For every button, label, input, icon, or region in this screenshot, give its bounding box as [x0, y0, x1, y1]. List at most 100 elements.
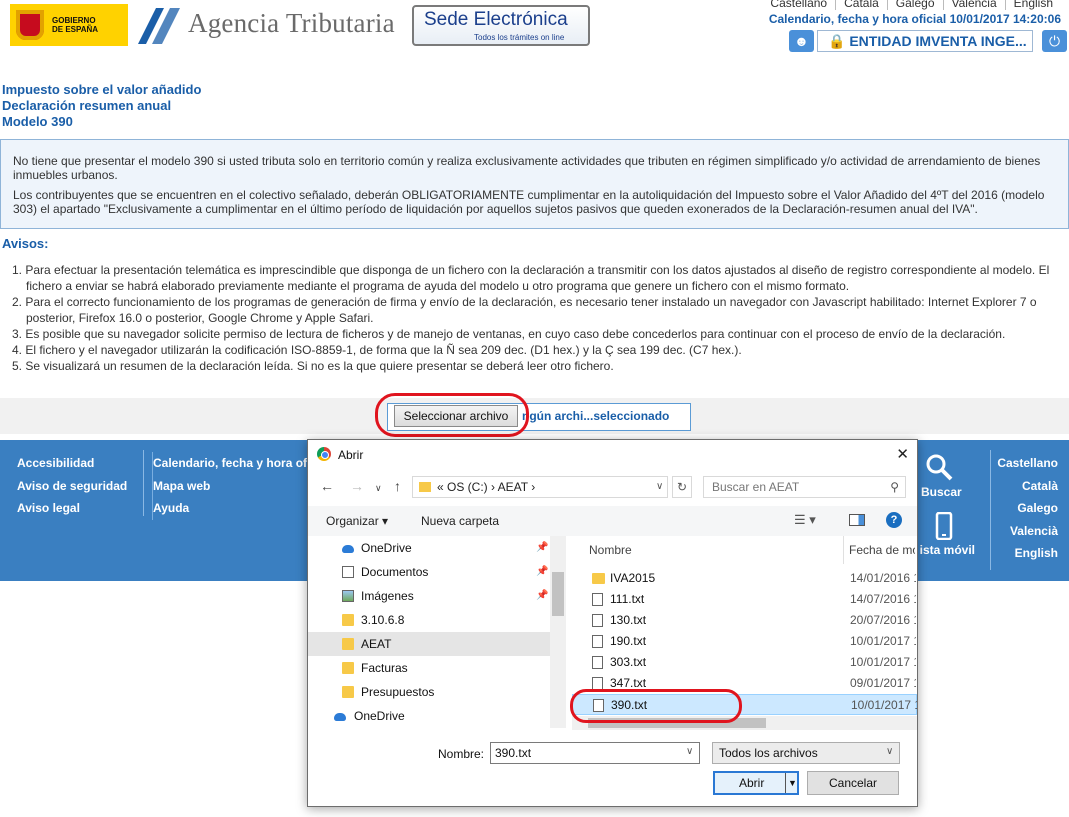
footer-link-mapa-web[interactable]: Mapa web	[153, 475, 317, 498]
footer-lang-english[interactable]: English	[997, 542, 1058, 565]
address-path: « OS (C:) › AEAT ›	[437, 480, 536, 494]
footer-lang-castellano[interactable]: Castellano	[997, 452, 1058, 475]
nav-item-facturas[interactable]: Facturas	[308, 656, 550, 680]
footer-search[interactable]: Buscar	[921, 452, 962, 499]
nav-item-label: 3.10.6.8	[361, 613, 405, 627]
cancel-button[interactable]: Cancelar	[807, 771, 899, 795]
nav-item-aeat[interactable]: AEAT	[308, 632, 550, 656]
back-arrow-icon[interactable]: ←	[320, 478, 334, 494]
entity-button[interactable]: 🔒 ENTIDAD IMVENTA INGE...	[817, 30, 1033, 52]
footer-link-aviso-legal[interactable]: Aviso legal	[17, 497, 127, 520]
chevron-down-icon[interactable]: ∨	[656, 481, 663, 492]
filetype-select[interactable]: Todos los archivos	[712, 742, 900, 764]
file-item-190[interactable]: 190.txt 10/01/2017 1	[572, 631, 917, 652]
nav-item-3-10-6-8[interactable]: 3.10.6.8	[308, 608, 550, 632]
footer-languages: Castellano Català Galego Valencià Englis…	[997, 452, 1058, 565]
lang-valencia[interactable]: Valencia	[942, 0, 1005, 10]
column-header-date[interactable]: Fecha de mo	[849, 543, 915, 557]
file-date: 10/01/2017 1	[850, 655, 916, 669]
forward-arrow-icon[interactable]: →	[350, 478, 364, 494]
entity-label: ENTIDAD IMVENTA INGE...	[849, 33, 1027, 49]
nav-item-label: AEAT	[361, 637, 392, 651]
footer-divider	[143, 450, 144, 516]
folder-icon	[342, 686, 354, 698]
filename-input[interactable]: 390.txt	[490, 742, 700, 764]
file-item-111[interactable]: 111.txt 14/07/2016 1	[572, 589, 917, 610]
footer-mobile[interactable]: ista móvil	[915, 511, 975, 557]
lang-galego[interactable]: Galego	[886, 0, 943, 10]
title-line-1: Impuesto sobre el valor añadido	[2, 82, 202, 97]
organize-menu[interactable]: Organizar ▾	[326, 514, 388, 528]
chevron-down-icon[interactable]: ∨	[686, 746, 693, 757]
column-divider	[843, 536, 844, 564]
mobile-label: ista móvil	[919, 543, 975, 557]
official-datetime[interactable]: Calendario, fecha y hora oficial 10/01/2…	[769, 12, 1061, 26]
nav-item-onedrive[interactable]: OneDrive 📌	[308, 536, 550, 560]
search-input[interactable]: Buscar en AEAT ⚲	[703, 476, 906, 498]
address-bar[interactable]: « OS (C:) › AEAT ›	[412, 476, 668, 498]
aeat-logo-icon	[138, 8, 180, 44]
logout-icon[interactable]: ⏻	[1042, 30, 1067, 52]
footer-lang-valencia[interactable]: Valencià	[997, 520, 1058, 543]
folder-icon	[342, 662, 354, 674]
footer-link-calendario[interactable]: Calendario, fecha y hora ofic	[153, 452, 317, 475]
language-bar: Castellano Català Galego Valencia Englis…	[762, 0, 1061, 10]
red-highlight-annotation	[375, 393, 529, 437]
folder-icon	[592, 573, 605, 584]
footer-lang-galego[interactable]: Galego	[997, 497, 1058, 520]
search-placeholder: Buscar en AEAT	[712, 480, 800, 494]
view-options-icon[interactable]: ☰ ▾	[794, 512, 816, 528]
aviso-item: 2. Para el correcto funcionamiento de lo…	[12, 295, 1037, 325]
folder-icon	[419, 482, 431, 492]
aviso-item: 5. Se visualizará un resumen de la decla…	[12, 359, 614, 373]
lang-castellano[interactable]: Castellano	[762, 0, 835, 10]
preview-pane-icon[interactable]	[849, 514, 865, 526]
folder-icon	[342, 638, 354, 650]
chevron-down-icon[interactable]: ∨	[375, 483, 382, 494]
text-file-icon	[592, 656, 603, 669]
split-dropdown-icon[interactable]: ▼	[785, 773, 799, 793]
nav-item-presupuestos[interactable]: Presupuestos	[308, 680, 550, 704]
lang-catala[interactable]: Català	[835, 0, 887, 10]
file-date: 14/07/2016 1	[850, 592, 916, 606]
file-item-iva2015[interactable]: IVA2015 14/01/2016 1	[572, 568, 917, 589]
footer-link-ayuda[interactable]: Ayuda	[153, 497, 317, 520]
help-icon[interactable]: ?	[886, 512, 902, 528]
title-line-3: Modelo 390	[2, 114, 73, 129]
footer-divider	[990, 450, 991, 570]
column-header-name[interactable]: Nombre	[589, 543, 632, 557]
lang-english[interactable]: English	[1004, 0, 1061, 10]
search-icon: ⚲	[890, 480, 899, 494]
search-label: Buscar	[921, 485, 962, 499]
file-date: 09/01/2017 1	[850, 676, 916, 690]
refresh-icon[interactable]: ↻	[672, 476, 692, 498]
nav-item-documentos[interactable]: Documentos 📌	[308, 560, 550, 584]
agency-name: Agencia Tributaria	[188, 8, 395, 38]
nav-scrollbar[interactable]	[550, 536, 566, 728]
coat-of-arms-icon	[14, 8, 46, 42]
nav-item-label: OneDrive	[354, 709, 405, 723]
close-icon[interactable]: ✕	[896, 445, 909, 463]
chevron-down-icon[interactable]: ∨	[886, 746, 893, 757]
file-date: 10/01/2017 1	[851, 698, 917, 712]
no-file-selected-text: ngún archi...seleccionado	[522, 409, 670, 423]
text-file-icon	[592, 614, 603, 627]
dialog-title: Abrir	[338, 448, 364, 462]
up-arrow-icon[interactable]: ↑	[394, 478, 401, 494]
chrome-icon	[317, 447, 331, 461]
file-item-303[interactable]: 303.txt 10/01/2017 1	[572, 652, 917, 673]
gobierno-text: GOBIERNO DE ESPAÑA	[52, 16, 99, 34]
sede-subtitle: Todos los trámites on line	[474, 33, 565, 42]
file-item-130[interactable]: 130.txt 20/07/2016 1	[572, 610, 917, 631]
open-label: Abrir	[739, 776, 765, 790]
nav-item-imagenes[interactable]: Imágenes 📌	[308, 584, 550, 608]
footer-lang-catala[interactable]: Català	[997, 475, 1058, 498]
sede-electronica-logo[interactable]: Sede Electrónica Todos los trámites on l…	[412, 5, 590, 46]
nav-item-onedrive-2[interactable]: OneDrive	[308, 704, 550, 728]
footer-link-aviso-seguridad[interactable]: Aviso de seguridad	[17, 475, 127, 498]
nav-scrollbar-thumb[interactable]	[552, 572, 564, 616]
footer-link-accesibilidad[interactable]: Accesibilidad	[17, 452, 127, 475]
new-folder-button[interactable]: Nueva carpeta	[421, 514, 499, 528]
open-button[interactable]: Abrir ▼	[713, 771, 799, 795]
user-icon[interactable]: ☻	[789, 30, 814, 52]
